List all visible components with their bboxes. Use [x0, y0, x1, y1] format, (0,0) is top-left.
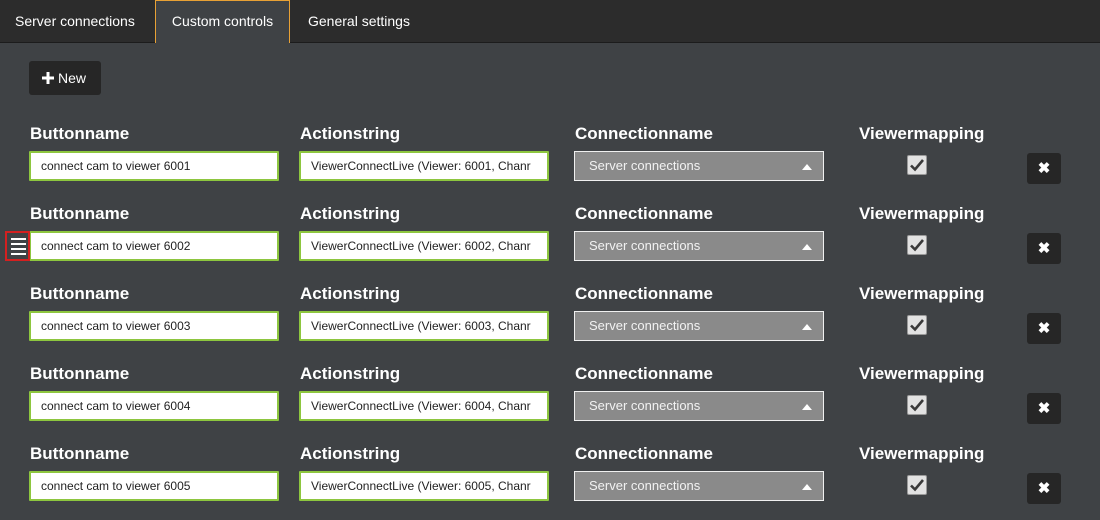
chevron-up-icon: [802, 164, 812, 170]
tab-custom-controls[interactable]: Custom controls: [155, 0, 290, 43]
connectionname-header: Connectionname: [575, 204, 713, 223]
delete-button[interactable]: ✖: [1027, 313, 1061, 344]
delete-button[interactable]: ✖: [1027, 233, 1061, 264]
connectionname-value: Server connections: [589, 478, 701, 493]
buttonname-input[interactable]: connect cam to viewer 6005: [29, 471, 279, 501]
connectionname-select[interactable]: Server connections: [574, 151, 824, 181]
connectionname-header: Connectionname: [575, 124, 713, 143]
connectionname-value: Server connections: [589, 158, 701, 173]
chevron-up-icon: [802, 404, 812, 410]
actionstring-header: Actionstring: [300, 284, 401, 303]
connectionname-header: Connectionname: [575, 284, 713, 303]
close-icon: ✖: [1037, 160, 1051, 177]
chevron-up-icon: [802, 324, 812, 330]
delete-button[interactable]: ✖: [1027, 473, 1061, 504]
buttonname-input[interactable]: connect cam to viewer 6003: [29, 311, 279, 341]
buttonname-input[interactable]: connect cam to viewer 6004: [29, 391, 279, 421]
close-icon: ✖: [1037, 320, 1051, 337]
connectionname-value: Server connections: [589, 238, 701, 253]
actionstring-input[interactable]: ViewerConnectLive (Viewer: 6001, Chanr: [299, 151, 549, 181]
viewermapping-checkbox[interactable]: [907, 475, 927, 495]
actionstring-header: Actionstring: [300, 204, 401, 223]
actionstring-input[interactable]: ViewerConnectLive (Viewer: 6004, Chanr: [299, 391, 549, 421]
checkmark-icon: [910, 159, 924, 172]
buttonname-header: Buttonname: [30, 124, 130, 143]
connectionname-header: Connectionname: [575, 444, 713, 463]
connectionname-value: Server connections: [589, 398, 701, 413]
viewermapping-header: Viewermapping: [859, 284, 985, 303]
connectionname-header: Connectionname: [575, 364, 713, 383]
chevron-up-icon: [802, 244, 812, 250]
viewermapping-checkbox[interactable]: [907, 155, 927, 175]
connectionname-value: Server connections: [589, 318, 701, 333]
buttonname-header: Buttonname: [30, 364, 130, 383]
plus-icon: [42, 61, 54, 95]
viewermapping-header: Viewermapping: [859, 444, 985, 463]
checkmark-icon: [910, 399, 924, 412]
tab-general-settings[interactable]: General settings: [293, 0, 425, 42]
viewermapping-checkbox[interactable]: [907, 235, 927, 255]
actionstring-input[interactable]: ViewerConnectLive (Viewer: 6005, Chanr: [299, 471, 549, 501]
close-icon: ✖: [1037, 240, 1051, 257]
buttonname-input[interactable]: connect cam to viewer 6001: [29, 151, 279, 181]
checkmark-icon: [910, 479, 924, 492]
buttonname-header: Buttonname: [30, 444, 130, 463]
drag-handle-icon[interactable]: [5, 231, 30, 261]
buttonname-input[interactable]: connect cam to viewer 6002: [29, 231, 279, 261]
new-button[interactable]: New: [29, 61, 101, 95]
viewermapping-header: Viewermapping: [859, 124, 985, 143]
viewermapping-checkbox[interactable]: [907, 315, 927, 335]
actionstring-input[interactable]: ViewerConnectLive (Viewer: 6003, Chanr: [299, 311, 549, 341]
delete-button[interactable]: ✖: [1027, 393, 1061, 424]
tab-bar: Server connections Custom controls Gener…: [0, 0, 1100, 43]
viewermapping-header: Viewermapping: [859, 364, 985, 383]
actionstring-header: Actionstring: [300, 444, 401, 463]
checkmark-icon: [910, 319, 924, 332]
close-icon: ✖: [1037, 480, 1051, 497]
checkmark-icon: [910, 239, 924, 252]
viewermapping-checkbox[interactable]: [907, 395, 927, 415]
viewermapping-header: Viewermapping: [859, 204, 985, 223]
connectionname-select[interactable]: Server connections: [574, 471, 824, 501]
close-icon: ✖: [1037, 400, 1051, 417]
connectionname-select[interactable]: Server connections: [574, 311, 824, 341]
delete-button[interactable]: ✖: [1027, 153, 1061, 184]
actionstring-input[interactable]: ViewerConnectLive (Viewer: 6002, Chanr: [299, 231, 549, 261]
buttonname-header: Buttonname: [30, 204, 130, 223]
connectionname-select[interactable]: Server connections: [574, 231, 824, 261]
tab-server-connections[interactable]: Server connections: [0, 0, 150, 42]
chevron-up-icon: [802, 484, 812, 490]
connectionname-select[interactable]: Server connections: [574, 391, 824, 421]
actionstring-header: Actionstring: [300, 364, 401, 383]
actionstring-header: Actionstring: [300, 124, 401, 143]
buttonname-header: Buttonname: [30, 284, 130, 303]
new-button-label: New: [58, 70, 87, 86]
